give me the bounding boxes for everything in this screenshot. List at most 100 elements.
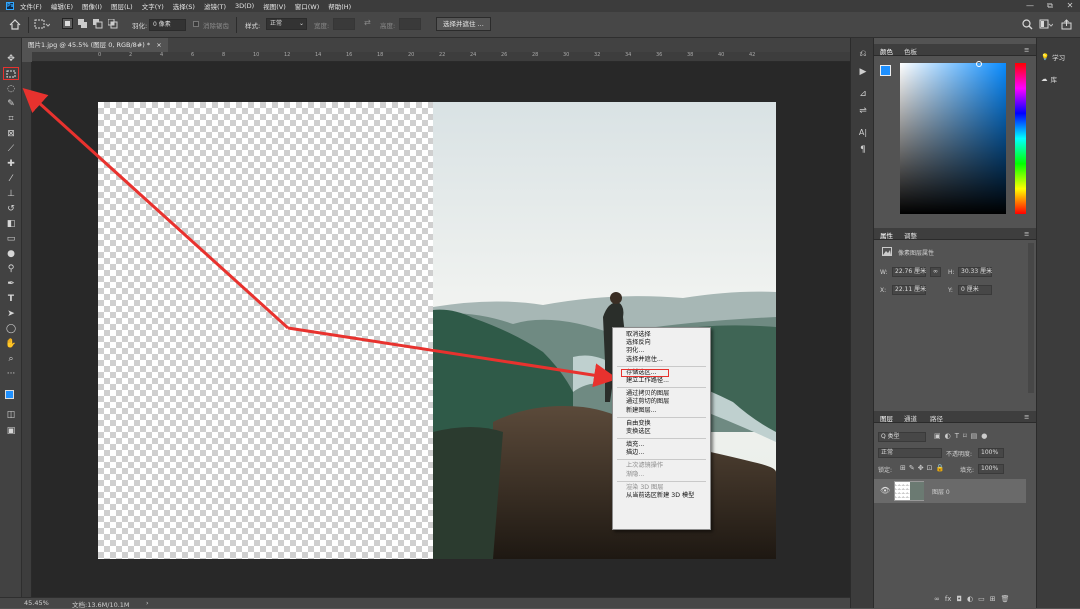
menu-item-layer-via-cut[interactable]: 通过剪切的图层 — [613, 398, 710, 406]
lasso-tool-icon[interactable]: ◌ — [3, 82, 19, 95]
y-input[interactable]: 0 厘米 — [958, 285, 992, 295]
menu-layer[interactable]: 图层(L) — [111, 1, 133, 11]
antialias-checkbox[interactable] — [193, 21, 199, 27]
frame-tool-icon[interactable]: ⊠ — [3, 127, 19, 140]
eraser-tool-icon[interactable]: ◧ — [3, 217, 19, 230]
link-icon[interactable]: ∞ — [930, 267, 941, 277]
layer-row[interactable]: 👁 图层 0 — [874, 479, 1026, 503]
new-group-icon[interactable]: ▭ — [978, 595, 985, 605]
foreground-color-swatch[interactable] — [5, 390, 14, 399]
menu-window[interactable]: 窗口(W) — [295, 1, 320, 11]
menu-view[interactable]: 视图(V) — [263, 1, 286, 11]
add-mask-icon[interactable]: ◘ — [956, 595, 962, 605]
search-icon[interactable] — [1022, 19, 1033, 30]
new-selection-mode-icon[interactable] — [62, 18, 73, 29]
clone-stamp-tool-icon[interactable]: ⊥ — [3, 187, 19, 200]
brush-tool-icon[interactable]: ⁄ — [3, 172, 19, 185]
fill-input[interactable]: 100% — [978, 464, 1004, 474]
w-input[interactable]: 22.76 厘米 — [892, 267, 926, 277]
more-tools-icon[interactable]: ··· — [3, 367, 19, 380]
tab-color[interactable]: 颜色 — [880, 46, 893, 56]
history-brush-tool-icon[interactable]: ↺ — [3, 202, 19, 215]
menu-type[interactable]: 文字(Y) — [142, 1, 164, 11]
eyedropper-tool-icon[interactable]: ⟋ — [3, 142, 19, 155]
move-tool-icon[interactable]: ✥ — [3, 52, 19, 65]
style-select[interactable]: 正常 ⌄ — [266, 18, 307, 30]
menu-image[interactable]: 图像(I) — [82, 1, 102, 11]
gradient-tool-icon[interactable]: ▭ — [3, 232, 19, 245]
panel-menu-icon[interactable]: ≡ — [1024, 413, 1029, 421]
menu-edit[interactable]: 编辑(E) — [51, 1, 73, 11]
rect-marquee-preset-icon[interactable] — [34, 19, 50, 30]
quick-selection-tool-icon[interactable]: ✎ — [3, 97, 19, 110]
tab-properties[interactable]: 属性 — [880, 230, 893, 240]
zoom-level[interactable]: 45.45% — [24, 599, 49, 607]
document-tab[interactable]: 图片1.jpg @ 45.5% (图层 0, RGB/8#) * × — [22, 38, 168, 52]
intersect-selection-mode-icon[interactable] — [108, 19, 118, 29]
adjust-panel-icon[interactable]: ⊿ — [856, 88, 870, 100]
quick-mask-icon[interactable]: ◫ — [3, 408, 19, 421]
menu-item-stroke[interactable]: 描边... — [613, 449, 710, 457]
blend-mode-select[interactable]: 正常 — [878, 448, 942, 458]
transparent-selection-area[interactable] — [98, 102, 433, 559]
menu-item-new-layer[interactable]: 新建图层... — [613, 407, 710, 415]
menu-item-feather[interactable]: 羽化... — [613, 347, 710, 355]
color-picker-cursor[interactable] — [976, 61, 982, 67]
menu-item-make-work-path[interactable]: 建立工作路径... — [613, 377, 710, 385]
zoom-tool-icon[interactable]: ⌕ — [3, 352, 19, 365]
photo-layer[interactable] — [433, 102, 776, 559]
delete-layer-icon[interactable]: 🗑 — [1001, 595, 1010, 605]
workspace-icon[interactable] — [1039, 19, 1053, 30]
menu-help[interactable]: 帮助(H) — [328, 1, 351, 11]
layer-filter-select[interactable]: Q 类型 — [878, 432, 926, 442]
close-button[interactable]: ✕ — [1060, 0, 1080, 12]
color-picker-field[interactable] — [900, 63, 1006, 214]
panel-menu-icon[interactable]: ≡ — [1024, 230, 1029, 238]
menu-item-new-3d-from-selection[interactable]: 从当前选区新建 3D 模型 — [613, 492, 710, 500]
menu-file[interactable]: 文件(F) — [20, 1, 42, 11]
history-panel-icon[interactable]: ⎌ — [856, 48, 870, 60]
actions-panel-icon[interactable]: ▶ — [856, 66, 870, 78]
share-icon[interactable] — [1061, 19, 1072, 30]
dodge-tool-icon[interactable]: ⚲ — [3, 262, 19, 275]
adjustment-layer-icon[interactable]: ◐ — [967, 595, 973, 605]
tab-layers[interactable]: 图层 — [880, 413, 893, 423]
new-layer-icon[interactable]: ⊞ — [990, 595, 996, 605]
healing-brush-tool-icon[interactable]: ✚ — [3, 157, 19, 170]
tab-swatches[interactable]: 色板 — [904, 46, 917, 56]
pen-tool-icon[interactable]: ✒ — [3, 277, 19, 290]
restore-button[interactable]: ⧉ — [1040, 0, 1060, 12]
rectangular-marquee-tool-icon[interactable] — [3, 67, 19, 80]
menu-filter[interactable]: 滤镜(T) — [204, 1, 226, 11]
swap-arrows-icon[interactable]: ⇄ — [364, 18, 371, 27]
menu-item-save-selection[interactable]: 存储选区... — [621, 368, 669, 377]
menu-select[interactable]: 选择(S) — [173, 1, 195, 11]
height-input[interactable] — [399, 18, 421, 30]
subtract-selection-mode-icon[interactable] — [93, 19, 103, 29]
properties-scrollbar[interactable] — [1028, 243, 1034, 393]
type-tool-icon[interactable]: T — [3, 292, 19, 305]
menu-item-transform-selection[interactable]: 变换选区 — [613, 428, 710, 436]
crop-tool-icon[interactable]: ⌗ — [3, 112, 19, 125]
hue-slider[interactable] — [1015, 63, 1026, 214]
feather-input[interactable]: 0 像素 — [149, 19, 186, 31]
hand-tool-icon[interactable]: ✋ — [3, 337, 19, 350]
tab-paths[interactable]: 路径 — [930, 413, 943, 423]
x-input[interactable]: 22.11 厘米 — [892, 285, 926, 295]
properties-sliders-icon[interactable]: ⇌ — [856, 105, 870, 117]
fg-color-chip[interactable] — [880, 65, 891, 76]
screen-mode-icon[interactable]: ▣ — [3, 424, 19, 437]
blur-tool-icon[interactable]: ● — [3, 247, 19, 260]
menu-item-free-transform[interactable]: 自由变换 — [613, 420, 710, 428]
ellipse-tool-icon[interactable]: ◯ — [3, 322, 19, 335]
add-selection-mode-icon[interactable] — [78, 19, 88, 29]
libraries-button[interactable]: ☁ 库 — [1041, 72, 1057, 86]
path-selection-tool-icon[interactable]: ➤ — [3, 307, 19, 320]
tab-channels[interactable]: 通道 — [904, 413, 917, 423]
panel-menu-icon[interactable]: ≡ — [1024, 46, 1029, 54]
visibility-eye-icon[interactable]: 👁 — [880, 486, 890, 495]
menu-item-deselect[interactable]: 取消选择 — [613, 331, 710, 339]
minimize-button[interactable]: — — [1020, 0, 1040, 12]
fx-icon[interactable]: fx — [945, 595, 952, 605]
paragraph-panel-icon[interactable]: ¶ — [856, 144, 870, 156]
